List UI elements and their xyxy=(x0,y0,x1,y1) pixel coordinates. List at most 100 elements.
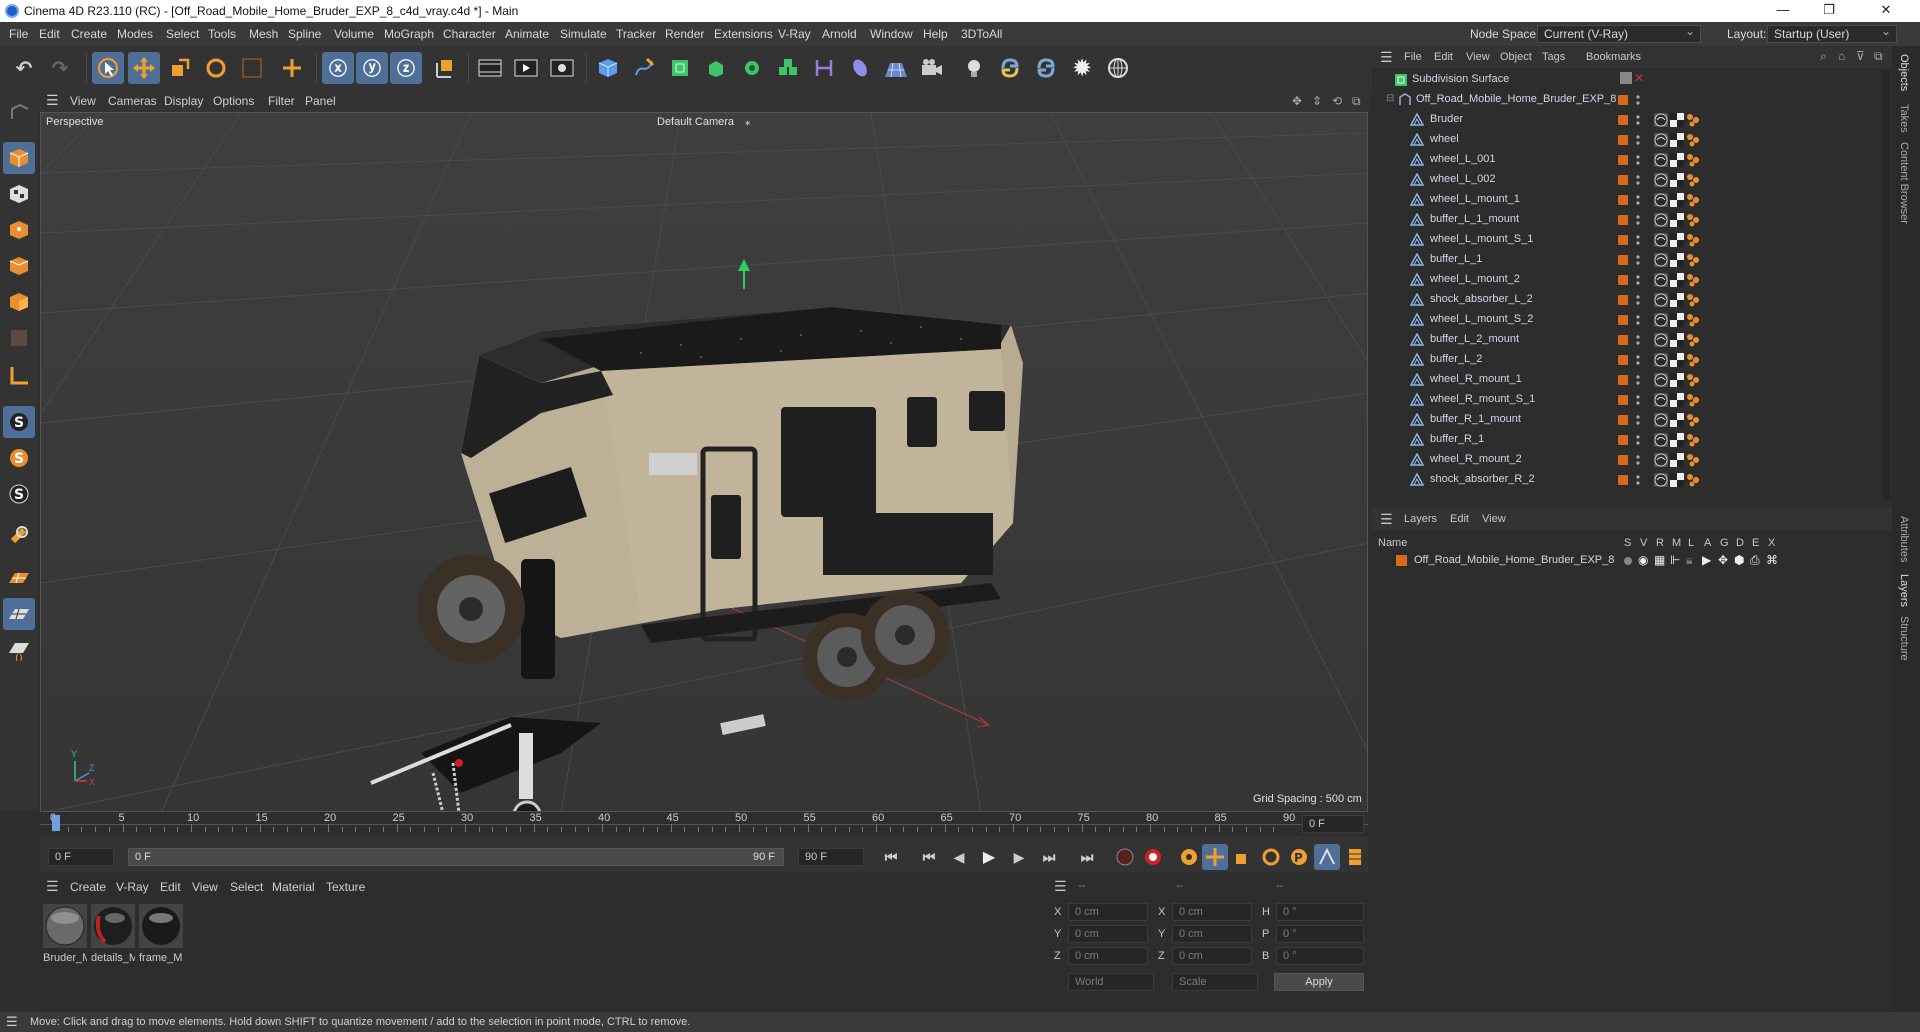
object-search-icon[interactable]: ⌕ xyxy=(1820,49,1827,64)
phong-tag-icon[interactable] xyxy=(1654,133,1668,147)
visibility-dots-icon[interactable] xyxy=(1636,375,1640,385)
object-row[interactable]: wheel_R_mount_2 xyxy=(1372,450,1882,470)
material-tag-icon[interactable] xyxy=(1686,373,1700,387)
menu-3dtoall[interactable]: 3DToAll xyxy=(961,27,1002,41)
texture-tag-icon[interactable] xyxy=(1670,373,1684,387)
node-space-dropdown[interactable]: Current (V-Ray) xyxy=(1537,24,1701,43)
material-tag-icon[interactable] xyxy=(1686,433,1700,447)
texture-tag-icon[interactable] xyxy=(1670,313,1684,327)
close-button[interactable]: ✕ xyxy=(1852,0,1920,22)
material-menu-select[interactable]: Select xyxy=(230,880,263,894)
layer-animation-icon[interactable]: ▶ xyxy=(1702,553,1711,567)
extrude-icon[interactable] xyxy=(700,52,732,84)
texture-tag-icon[interactable] xyxy=(1670,173,1684,187)
object-row[interactable]: buffer_L_1 xyxy=(1372,250,1882,270)
visibility-dots-icon[interactable] xyxy=(1636,215,1640,225)
layer-color-swatch[interactable] xyxy=(1618,375,1628,385)
phong-tag-icon[interactable] xyxy=(1654,333,1668,347)
position-y-field[interactable]: 0 cm xyxy=(1068,925,1148,943)
menu-edit[interactable]: Edit xyxy=(39,27,60,41)
keyframe-selection-icon[interactable] xyxy=(1176,844,1202,870)
phong-tag-icon[interactable] xyxy=(1654,433,1668,447)
menu-mesh[interactable]: Mesh xyxy=(249,27,278,41)
phong-tag-icon[interactable] xyxy=(1654,273,1668,287)
rotate-tool-icon[interactable] xyxy=(200,52,232,84)
make-editable-icon[interactable] xyxy=(3,96,35,128)
visibility-dots-icon[interactable] xyxy=(1636,415,1640,425)
tab-attributes[interactable]: Attributes xyxy=(1898,516,1910,562)
tab-objects[interactable]: Objects xyxy=(1898,54,1910,91)
phong-tag-icon[interactable] xyxy=(1654,113,1668,127)
viewport-maximize-icon[interactable]: ⧉ xyxy=(1352,94,1361,109)
undo-icon[interactable]: ↶ xyxy=(8,52,40,84)
layer-color-swatch[interactable] xyxy=(1618,235,1628,245)
rotation-b-field[interactable]: 0 ° xyxy=(1276,947,1364,965)
layer-color-swatch[interactable] xyxy=(1618,155,1628,165)
material-menu-create[interactable]: Create xyxy=(70,880,106,894)
layer-column-header[interactable]: D xyxy=(1736,537,1744,549)
material-tag-icon[interactable] xyxy=(1686,193,1700,207)
material-menu-vray[interactable]: V-Ray xyxy=(116,880,149,894)
object-row[interactable]: buffer_R_1_mount xyxy=(1372,410,1882,430)
material-tag-icon[interactable] xyxy=(1686,413,1700,427)
position-z-field[interactable]: 0 cm xyxy=(1068,947,1148,965)
menu-window[interactable]: Window xyxy=(870,27,913,41)
python-script-icon[interactable] xyxy=(994,52,1026,84)
y-axis-lock-icon[interactable]: ⓨ xyxy=(356,52,388,84)
viewport-menu-panel[interactable]: Panel xyxy=(305,94,336,108)
timeline-playhead[interactable] xyxy=(52,815,60,831)
layer-color-swatch[interactable] xyxy=(1618,115,1628,125)
layer-column-header[interactable]: R xyxy=(1656,537,1664,549)
field-icon[interactable] xyxy=(844,52,876,84)
3d-viewport[interactable]: Perspective Default Camera ⁎ Grid Spacin… xyxy=(40,112,1368,812)
object-hamburger-icon[interactable]: ☰ xyxy=(1380,49,1393,66)
current-frame-field[interactable]: 0 F xyxy=(1302,815,1364,833)
layer-column-header[interactable]: X xyxy=(1768,537,1775,549)
camera-icon[interactable] xyxy=(916,52,948,84)
object-menu-object[interactable]: Object xyxy=(1500,51,1532,63)
material-menu-texture[interactable]: Texture xyxy=(326,880,365,894)
material-tag-icon[interactable] xyxy=(1686,293,1700,307)
object-row[interactable]: wheel xyxy=(1372,130,1882,150)
material-tag-icon[interactable] xyxy=(1686,233,1700,247)
status-hamburger-icon[interactable]: ☰ xyxy=(6,1014,18,1030)
grid-workplane-icon[interactable] xyxy=(3,598,35,630)
motion-system-icon[interactable] xyxy=(1314,844,1340,870)
material-tag-icon[interactable] xyxy=(1686,153,1700,167)
viewport-hamburger-icon[interactable]: ☰ xyxy=(46,92,59,109)
render-settings-icon[interactable] xyxy=(546,52,578,84)
menu-tracker[interactable]: Tracker xyxy=(616,27,656,41)
object-row[interactable]: wheel_R_mount_1 xyxy=(1372,370,1882,390)
coord-space-dropdown[interactable]: World xyxy=(1068,973,1154,991)
visibility-dots-icon[interactable] xyxy=(1636,235,1640,245)
object-checkbox-icon[interactable] xyxy=(1620,72,1632,84)
rotation-p-field[interactable]: 0 ° xyxy=(1276,925,1364,943)
pen-spline-icon[interactable] xyxy=(628,52,660,84)
position-x-field[interactable]: 0 cm xyxy=(1068,903,1148,921)
timeline-ruler[interactable]: 051015202530354045505560657075808590 0 F xyxy=(40,812,1368,836)
render-to-picture-viewer-icon[interactable] xyxy=(510,52,542,84)
material-tag-icon[interactable] xyxy=(1686,473,1700,487)
minimize-button[interactable]: — xyxy=(1760,0,1806,22)
material-tag-icon[interactable] xyxy=(1686,133,1700,147)
size-y-field[interactable]: 0 cm xyxy=(1172,925,1252,943)
object-row-group[interactable]: ⊟ Off_Road_Mobile_Home_Bruder_EXP_8 xyxy=(1372,90,1882,110)
mograph-effector-icon[interactable] xyxy=(772,52,804,84)
layer-color-swatch[interactable] xyxy=(1618,475,1628,485)
object-menu-view[interactable]: View xyxy=(1466,51,1490,63)
phong-tag-icon[interactable] xyxy=(1654,473,1668,487)
phong-tag-icon[interactable] xyxy=(1654,353,1668,367)
gear-settings-icon[interactable]: ✹ xyxy=(1066,52,1098,84)
menu-character[interactable]: Character xyxy=(443,27,496,41)
layer-color-swatch[interactable] xyxy=(1618,435,1628,445)
texture-tag-icon[interactable] xyxy=(1670,193,1684,207)
texture-tag-icon[interactable] xyxy=(1670,433,1684,447)
layer-color-swatch[interactable] xyxy=(1618,415,1628,425)
texture-tag-icon[interactable] xyxy=(1670,473,1684,487)
viewport-menu-options[interactable]: Options xyxy=(213,94,254,108)
texture-tag-icon[interactable] xyxy=(1670,393,1684,407)
menu-volume[interactable]: Volume xyxy=(334,27,374,41)
layer-column-header[interactable]: A xyxy=(1704,537,1711,549)
material-tag-icon[interactable] xyxy=(1686,113,1700,127)
tab-content-browser[interactable]: Content Browser xyxy=(1898,142,1910,224)
